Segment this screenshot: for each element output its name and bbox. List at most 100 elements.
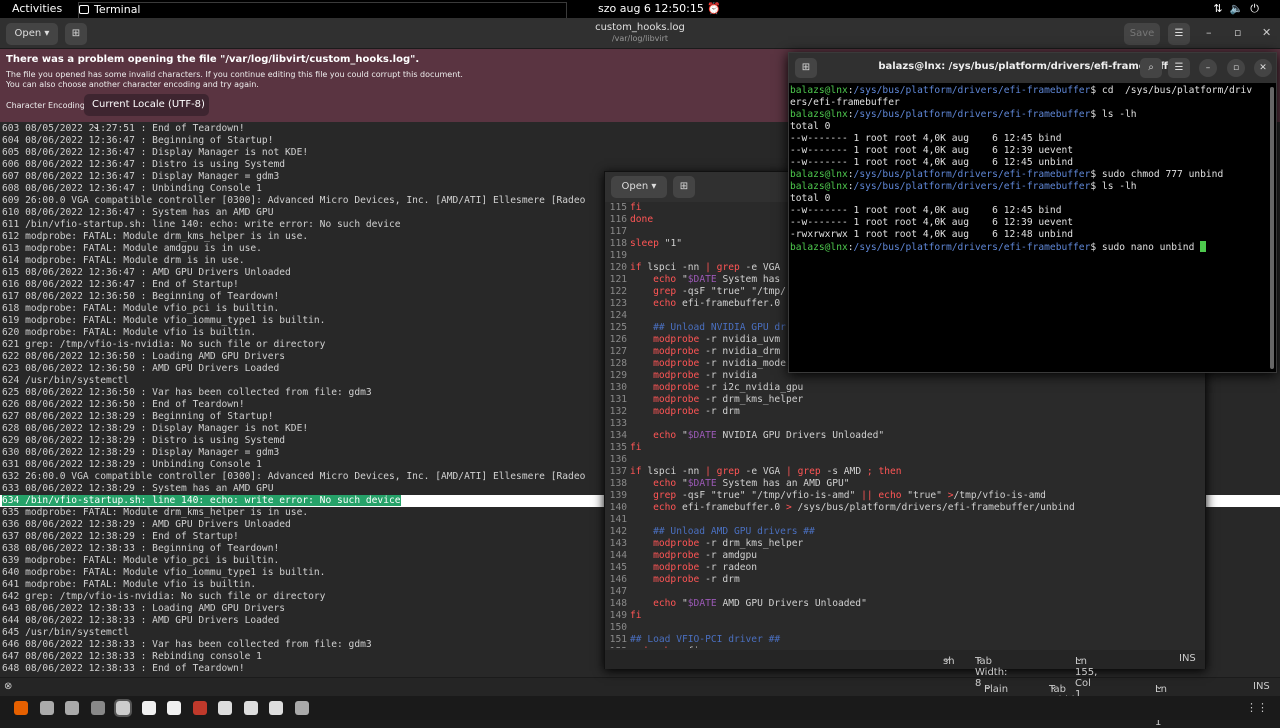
maximize-icon[interactable]: ▫ xyxy=(1227,59,1245,77)
activities-button[interactable]: Activities xyxy=(12,2,62,15)
firefox-icon[interactable] xyxy=(14,701,28,715)
terminal-output[interactable]: balazs@lnx:/sys/bus/platform/drivers/efi… xyxy=(790,85,1270,253)
close-icon[interactable]: ✕ xyxy=(1254,59,1272,77)
code-line: 152modprobe vfio xyxy=(605,646,1205,648)
status-bar-script: sh ⌄ Tab Width: 8 ⌄ Ln 155, Col 1 ⌄ INS xyxy=(605,650,1205,700)
terminal-icon[interactable] xyxy=(114,699,132,717)
calendar-icon[interactable] xyxy=(192,701,207,715)
code-line: 149 fi xyxy=(605,610,1205,622)
code-line: 132 modprobe -r drm xyxy=(605,406,1205,418)
new-terminal-tab-button[interactable]: ⊞ xyxy=(795,58,817,78)
line-number: 151 xyxy=(609,634,627,645)
terminal-line: total 0 xyxy=(790,121,831,132)
search-button[interactable]: ⌕ xyxy=(1140,58,1162,78)
terminal-line: balazs@lnx:/sys/bus/platform/drivers/efi… xyxy=(790,181,1137,192)
terminal-line: --w------- 1 root root 4,0K aug 6 12:45 … xyxy=(790,157,1074,168)
code-line: 135 fi xyxy=(605,442,1205,454)
open-button[interactable]: Open ▾ xyxy=(6,23,58,45)
line-number: 148 xyxy=(609,598,627,609)
encoding-select[interactable]: Current Locale (UTF-8) ⌄ xyxy=(84,94,209,132)
terminal-line: balazs@lnx:/sys/bus/platform/drivers/efi… xyxy=(790,241,1270,253)
alarm-icon: ⏰ xyxy=(707,2,722,15)
document-icon[interactable] xyxy=(218,701,232,715)
tab-width-selector[interactable]: Tab Width: 8 ⌄ xyxy=(1049,681,1081,717)
text-editor-icon[interactable] xyxy=(141,701,156,715)
save-button[interactable]: Save xyxy=(1124,23,1160,45)
files-icon[interactable] xyxy=(39,701,54,715)
code-line: 134 echo "$DATE NVIDIA GPU Drivers Unloa… xyxy=(605,430,1205,442)
line-number: 120 xyxy=(609,262,627,273)
terminal-menu-button[interactable]: ☰ xyxy=(1168,58,1190,78)
line-number: 136 xyxy=(609,454,627,465)
line-number: 152 xyxy=(605,646,627,648)
new-tab-icon: ⊞ xyxy=(679,181,689,192)
code-line: 148 echo "$DATE AMD GPU Drivers Unloaded… xyxy=(605,598,1205,610)
close-infobar-icon[interactable]: ⊗ xyxy=(4,681,12,692)
code-line: 139 grep -qsF "true" "/tmp/vfio-is-amd" … xyxy=(605,490,1205,502)
search-icon: ⌕ xyxy=(1148,62,1154,73)
menu-button[interactable]: ☰ xyxy=(1168,23,1190,45)
terminal-line: -rwxrwxrwx 1 root root 4,0K aug 6 12:48 … xyxy=(790,229,1074,240)
code-line: 141 xyxy=(605,514,1205,526)
line-number: 142 xyxy=(609,526,627,537)
line-number: 144 xyxy=(609,550,627,561)
clock[interactable]: szo aug 6 12:50:15 ⏰ xyxy=(598,2,721,15)
insert-mode-script[interactable]: INS xyxy=(1179,653,1196,664)
line-number: 145 xyxy=(609,562,627,573)
code-line: 130 modprobe -r i2c_nvidia_gpu xyxy=(605,382,1205,394)
code-line: 131 modprobe -r drm_kms_helper xyxy=(605,394,1205,406)
power-icon: ⏻ xyxy=(1250,2,1266,15)
line-number: 146 xyxy=(609,574,627,585)
terminal-icon xyxy=(79,5,89,14)
top-bar: Activities Terminal szo aug 6 12:50:15 ⏰… xyxy=(0,0,1280,323)
terminal-scrollbar[interactable] xyxy=(1270,87,1274,369)
line-number: 149 xyxy=(609,610,627,621)
line-number: 129 xyxy=(609,370,627,381)
tab-width-selector-script[interactable]: Tab Width: 8 ⌄ xyxy=(975,653,1007,689)
line-number: 138 xyxy=(609,478,627,489)
system-tray[interactable]: ⇅🔈⏻ xyxy=(1213,2,1266,16)
archive-icon[interactable] xyxy=(294,701,309,715)
mail-icon[interactable] xyxy=(65,701,79,715)
line-number: 118 xyxy=(609,238,627,249)
line-number: 126 xyxy=(609,334,627,345)
code-line: 144 modprobe -r amdgpu xyxy=(605,550,1205,562)
line-number: 119 xyxy=(609,250,627,261)
infobar-line-2: You can also choose another character en… xyxy=(6,80,259,89)
open-button-script[interactable]: Open ▾ xyxy=(611,176,667,198)
app-name: Terminal xyxy=(94,3,141,16)
terminal-line: total 0 xyxy=(790,193,831,204)
line-number: 128 xyxy=(609,358,627,369)
gpu-icon[interactable] xyxy=(90,701,105,715)
code-line: 142 ## Unload AMD GPU drivers ## xyxy=(605,526,1205,538)
maximize-icon[interactable]: ▫ xyxy=(1234,26,1241,39)
language-selector-script[interactable]: sh ⌄ xyxy=(943,653,955,667)
code-line: 151 ## Load VFIO-PCI driver ## xyxy=(605,634,1205,646)
close-icon[interactable]: ✕ xyxy=(1262,26,1271,39)
terminal-line: balazs@lnx:/sys/bus/platform/drivers/efi… xyxy=(790,85,1253,96)
line-number: 133 xyxy=(609,418,627,429)
code-line: 137 if lspci -nn | grep -e VGA | grep -s … xyxy=(605,466,1205,478)
terminal-line: ers/efi-framebuffer xyxy=(790,97,900,108)
text-editor-icon-2[interactable] xyxy=(167,701,181,715)
line-number: 116 xyxy=(609,214,627,225)
new-tab-button[interactable]: ⊞ xyxy=(65,23,87,45)
cursor-position-script[interactable]: Ln 155, Col 1 ⌄ xyxy=(1075,653,1097,700)
document-icon-2[interactable] xyxy=(243,701,258,715)
cursor-position[interactable]: Ln 634, Col 1 ⌄ xyxy=(1155,681,1177,728)
document-icon-3[interactable] xyxy=(269,701,283,715)
terminal-window: ⊞ balazs@lnx: /sys/bus/platform/drivers/… xyxy=(788,52,1277,373)
network-icon: ⇅ xyxy=(1213,2,1230,15)
terminal-line: --w------- 1 root root 4,0K aug 6 12:45 … xyxy=(790,133,1062,144)
terminal-line: --w------- 1 root root 4,0K aug 6 12:39 … xyxy=(790,145,1074,156)
insert-mode[interactable]: INS xyxy=(1253,681,1270,692)
minimize-icon[interactable]: – xyxy=(1206,26,1212,39)
app-grid-icon[interactable]: ⋮⋮ xyxy=(1246,701,1268,714)
minimize-icon[interactable]: – xyxy=(1199,59,1217,77)
new-tab-button-script[interactable]: ⊞ xyxy=(673,176,695,198)
header-bar: Open ▾ ⊞ custom_hooks.log /var/log/libvi… xyxy=(0,18,1280,49)
line-number: 150 xyxy=(609,622,627,633)
code-line: 147 xyxy=(605,586,1205,598)
line-number: 137 xyxy=(609,466,627,477)
terminal-header-bar: ⊞ balazs@lnx: /sys/bus/platform/drivers/… xyxy=(789,53,1276,83)
